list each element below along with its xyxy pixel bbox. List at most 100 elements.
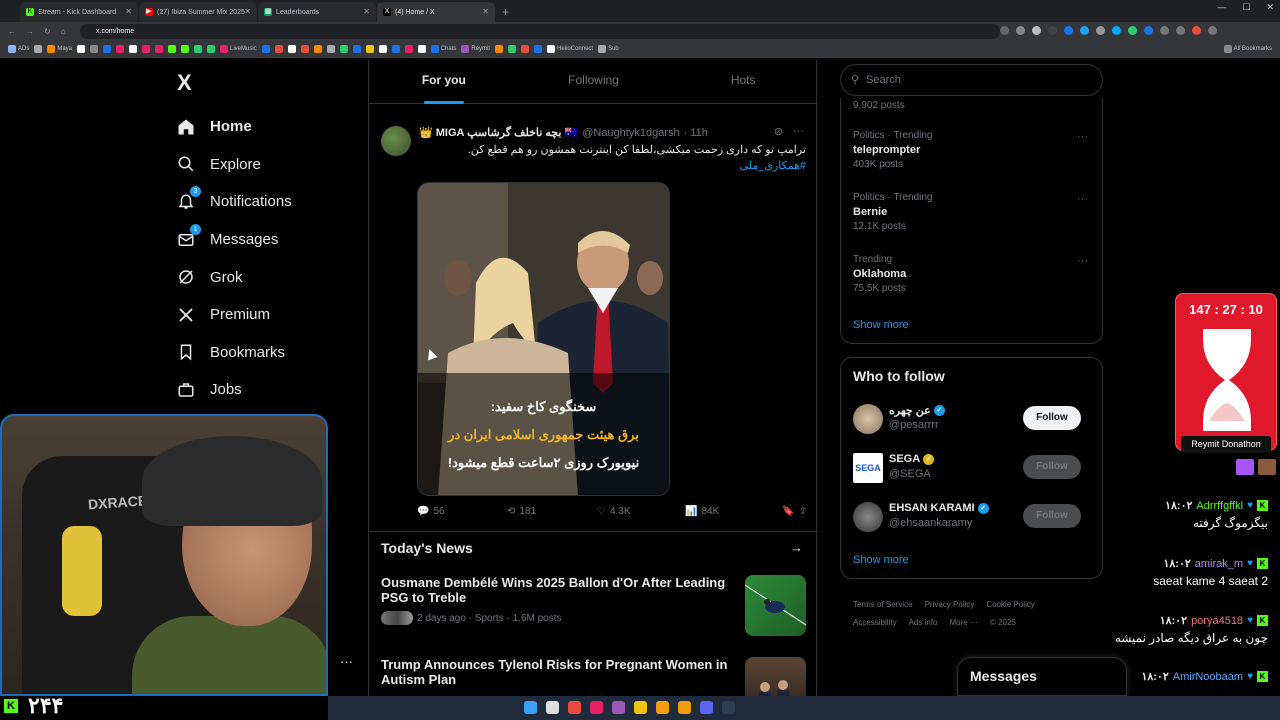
bookmark-item[interactable]	[116, 45, 125, 53]
bookmark-item[interactable]	[508, 45, 517, 53]
all-bookmarks[interactable]: All Bookmarks	[1223, 45, 1272, 53]
bookmark-item[interactable]	[287, 45, 296, 53]
forward-icon[interactable]: →	[26, 27, 34, 36]
bookmark-item[interactable]	[261, 45, 270, 53]
extension-icon[interactable]	[1144, 26, 1153, 35]
trend-more-icon[interactable]: ···	[1077, 131, 1088, 143]
share-icon[interactable]: ⇪	[799, 506, 807, 517]
bookmark-item[interactable]	[417, 45, 426, 53]
trend-more-icon[interactable]: ···	[1077, 193, 1088, 205]
taskbar-app-icon[interactable]	[546, 701, 559, 714]
extension-icon[interactable]	[1064, 26, 1073, 35]
bookmark-item[interactable]	[352, 45, 361, 53]
tweet-time[interactable]: · 11h	[684, 127, 708, 139]
bookmark-item[interactable]: Maya	[47, 45, 72, 53]
avatar[interactable]	[853, 404, 883, 434]
bookmark-item[interactable]	[181, 45, 190, 53]
browser-tab-youtube[interactable]: ▶ (27) Ibiza Summer Mix 2025 ✕	[139, 2, 257, 22]
bookmark-item[interactable]	[391, 45, 400, 53]
extension-icon[interactable]	[1176, 26, 1185, 35]
close-tab-icon[interactable]: ✕	[482, 7, 489, 16]
taskbar-app-icon[interactable]	[612, 701, 625, 714]
reply-button[interactable]: 💬 56	[417, 506, 507, 517]
home-browser-icon[interactable]: ⌂	[61, 27, 66, 36]
windows-start-icon[interactable]	[524, 701, 537, 714]
close-window-icon[interactable]: ✕	[1266, 2, 1274, 13]
tab-for-you[interactable]: For you	[369, 60, 519, 104]
bookmark-item[interactable]: Reymit	[461, 45, 490, 53]
bookmark-item[interactable]: Chats	[430, 45, 456, 53]
tweet-image[interactable]: سخنگوی کاخ سفید: برق هیئت جمهوری اسلامی …	[417, 182, 670, 496]
bookmark-item[interactable]	[534, 45, 543, 53]
bookmark-item[interactable]	[155, 45, 164, 53]
news-item[interactable]: Ousmane Dembélé Wins 2025 Ballon d'Or Af…	[381, 575, 807, 637]
bookmark-item[interactable]	[300, 45, 309, 53]
profile-icon[interactable]	[1192, 26, 1201, 35]
bookmark-item[interactable]: HelioConnect	[547, 45, 593, 53]
extension-icon[interactable]	[1080, 26, 1089, 35]
sega-logo-avatar[interactable]: SEGA	[853, 453, 883, 483]
bookmark-item[interactable]	[168, 45, 177, 53]
bookmark-item[interactable]	[404, 45, 413, 53]
bookmark-item[interactable]	[339, 45, 348, 53]
nav-jobs[interactable]: Jobs	[176, 371, 292, 409]
bookmark-item[interactable]	[495, 45, 504, 53]
footer-link[interactable]: Cookie Policy	[986, 600, 1034, 609]
author-handle[interactable]: @Naughtyk1dgarsh	[582, 127, 679, 139]
follow-button[interactable]: Follow	[1023, 406, 1081, 430]
extension-icon[interactable]	[1112, 26, 1121, 35]
show-more-trends-link[interactable]: Show more	[853, 319, 909, 331]
reload-icon[interactable]: ↻	[44, 27, 51, 36]
taskbar-app-icon[interactable]	[590, 701, 603, 714]
bookmark-item[interactable]	[313, 45, 322, 53]
trend-item[interactable]: Politics · Trending Bernie 12.1K posts	[853, 192, 932, 232]
bookmark-item[interactable]	[142, 45, 151, 53]
footer-link[interactable]: Privacy Policy	[925, 600, 975, 609]
browser-tab-leaderboards[interactable]: ▦ Leaderboards ✕	[258, 2, 376, 22]
bookmark-item[interactable]	[521, 45, 530, 53]
bookmark-item[interactable]	[77, 45, 86, 53]
extension-icon[interactable]	[1016, 26, 1025, 35]
star-icon[interactable]	[1032, 26, 1041, 35]
bookmark-item[interactable]	[326, 45, 335, 53]
repost-button[interactable]: ⟲ 181	[507, 506, 597, 517]
avatar[interactable]	[853, 502, 883, 532]
maximize-icon[interactable]: ☐	[1242, 2, 1250, 13]
bookmark-item[interactable]: ADs	[8, 45, 29, 53]
footer-link[interactable]: Terms of Service	[853, 600, 913, 609]
close-tab-icon[interactable]: ✕	[244, 7, 251, 16]
author-name[interactable]: 👑 MIGA بچه ناخلف گرشاسپ 🇦🇺	[419, 126, 578, 139]
url-field[interactable]: x.com/home	[80, 24, 1000, 39]
steam-icon[interactable]	[722, 701, 735, 714]
footer-link[interactable]: Accessibility	[853, 618, 897, 627]
x-logo-icon[interactable]: X	[177, 70, 192, 96]
bookmark-item[interactable]	[34, 45, 43, 53]
chrome-icon[interactable]	[568, 701, 581, 714]
more-options-icon[interactable]: ···	[793, 125, 804, 138]
discord-icon[interactable]	[700, 701, 713, 714]
browser-tab-x[interactable]: X (4) Home / X ✕	[377, 2, 495, 22]
grok-icon[interactable]: ⊘	[774, 125, 783, 138]
menu-icon[interactable]	[1208, 26, 1217, 35]
nav-premium[interactable]: Premium	[176, 296, 292, 334]
bookmark-item[interactable]: LiveMusic	[220, 45, 257, 53]
footer-link[interactable]: More ···	[949, 618, 977, 627]
more-menu-icon[interactable]: ···	[340, 654, 353, 669]
trend-item[interactable]: Politics · Trending teleprompter 403K po…	[853, 130, 932, 170]
bookmark-item[interactable]	[365, 45, 374, 53]
views-button[interactable]: 📊 84K	[685, 506, 775, 517]
tab-hots[interactable]: Hots	[668, 60, 818, 103]
search-input[interactable]: ⚲ Search	[840, 64, 1103, 96]
trend-more-icon[interactable]: ···	[1077, 255, 1088, 267]
like-button[interactable]: ♡ 4.3K	[597, 506, 685, 517]
minimize-icon[interactable]: —	[1217, 2, 1226, 13]
extension-icon[interactable]	[1048, 26, 1057, 35]
extension-icon[interactable]	[1000, 26, 1009, 35]
nav-grok[interactable]: Grok	[176, 258, 292, 296]
bookmark-item[interactable]	[274, 45, 283, 53]
extension-icon[interactable]	[1128, 26, 1137, 35]
taskbar-app-icon[interactable]	[656, 701, 669, 714]
extension-icon[interactable]	[1096, 26, 1105, 35]
arrow-right-icon[interactable]: →	[790, 540, 803, 555]
extension-icon[interactable]	[1160, 26, 1169, 35]
